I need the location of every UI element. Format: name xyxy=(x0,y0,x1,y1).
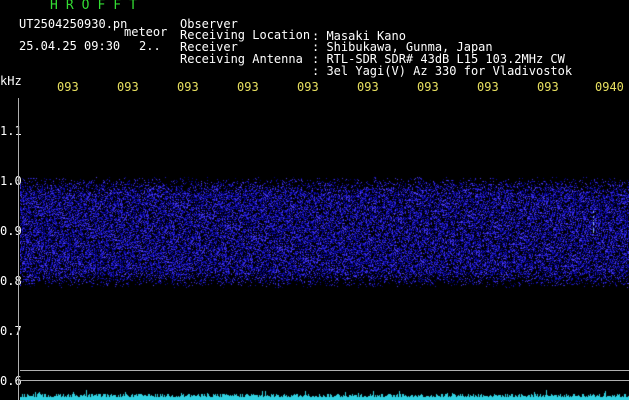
time-axis: 093 093 093 093 093 093 093 093 093 0940 xyxy=(0,80,629,94)
frequency-unit-label: kHz xyxy=(0,74,22,88)
hrofft-window: HROFFT UT2504250930.pn meteor 25.04.25 0… xyxy=(0,0,629,400)
file-name: UT2504250930.pn xyxy=(19,17,128,31)
time-tick-label: 093 xyxy=(237,80,259,94)
frequency-axis: kHz 1.1 1.0 0.9 0.8 0.7 0.6 xyxy=(0,0,22,400)
meteor-label: meteor xyxy=(124,25,168,39)
datetime: 25.04.25 09:30 xyxy=(19,39,121,53)
baseline-line xyxy=(20,370,629,371)
time-tick-label: 0940 xyxy=(595,80,624,94)
app-title: HROFFT xyxy=(50,0,145,13)
axis-line xyxy=(18,98,19,400)
spectrogram-plot xyxy=(20,98,629,400)
time-tick-label: 093 xyxy=(357,80,379,94)
time-tick-label: 093 xyxy=(177,80,199,94)
meta-value: : 3el Yagi(V) Az 330 for Vladivostok xyxy=(312,64,573,78)
meta-key: Receiving Antenna xyxy=(180,52,303,66)
time-tick-label: 093 xyxy=(297,80,319,94)
time-tick-label: 093 xyxy=(57,80,79,94)
time-tick-label: 093 xyxy=(477,80,499,94)
meteor-count: 2.. xyxy=(139,39,161,53)
time-tick-label: 093 xyxy=(117,80,139,94)
time-tick-label: 093 xyxy=(537,80,559,94)
time-tick-label: 093 xyxy=(417,80,439,94)
baseline-line xyxy=(20,380,629,381)
